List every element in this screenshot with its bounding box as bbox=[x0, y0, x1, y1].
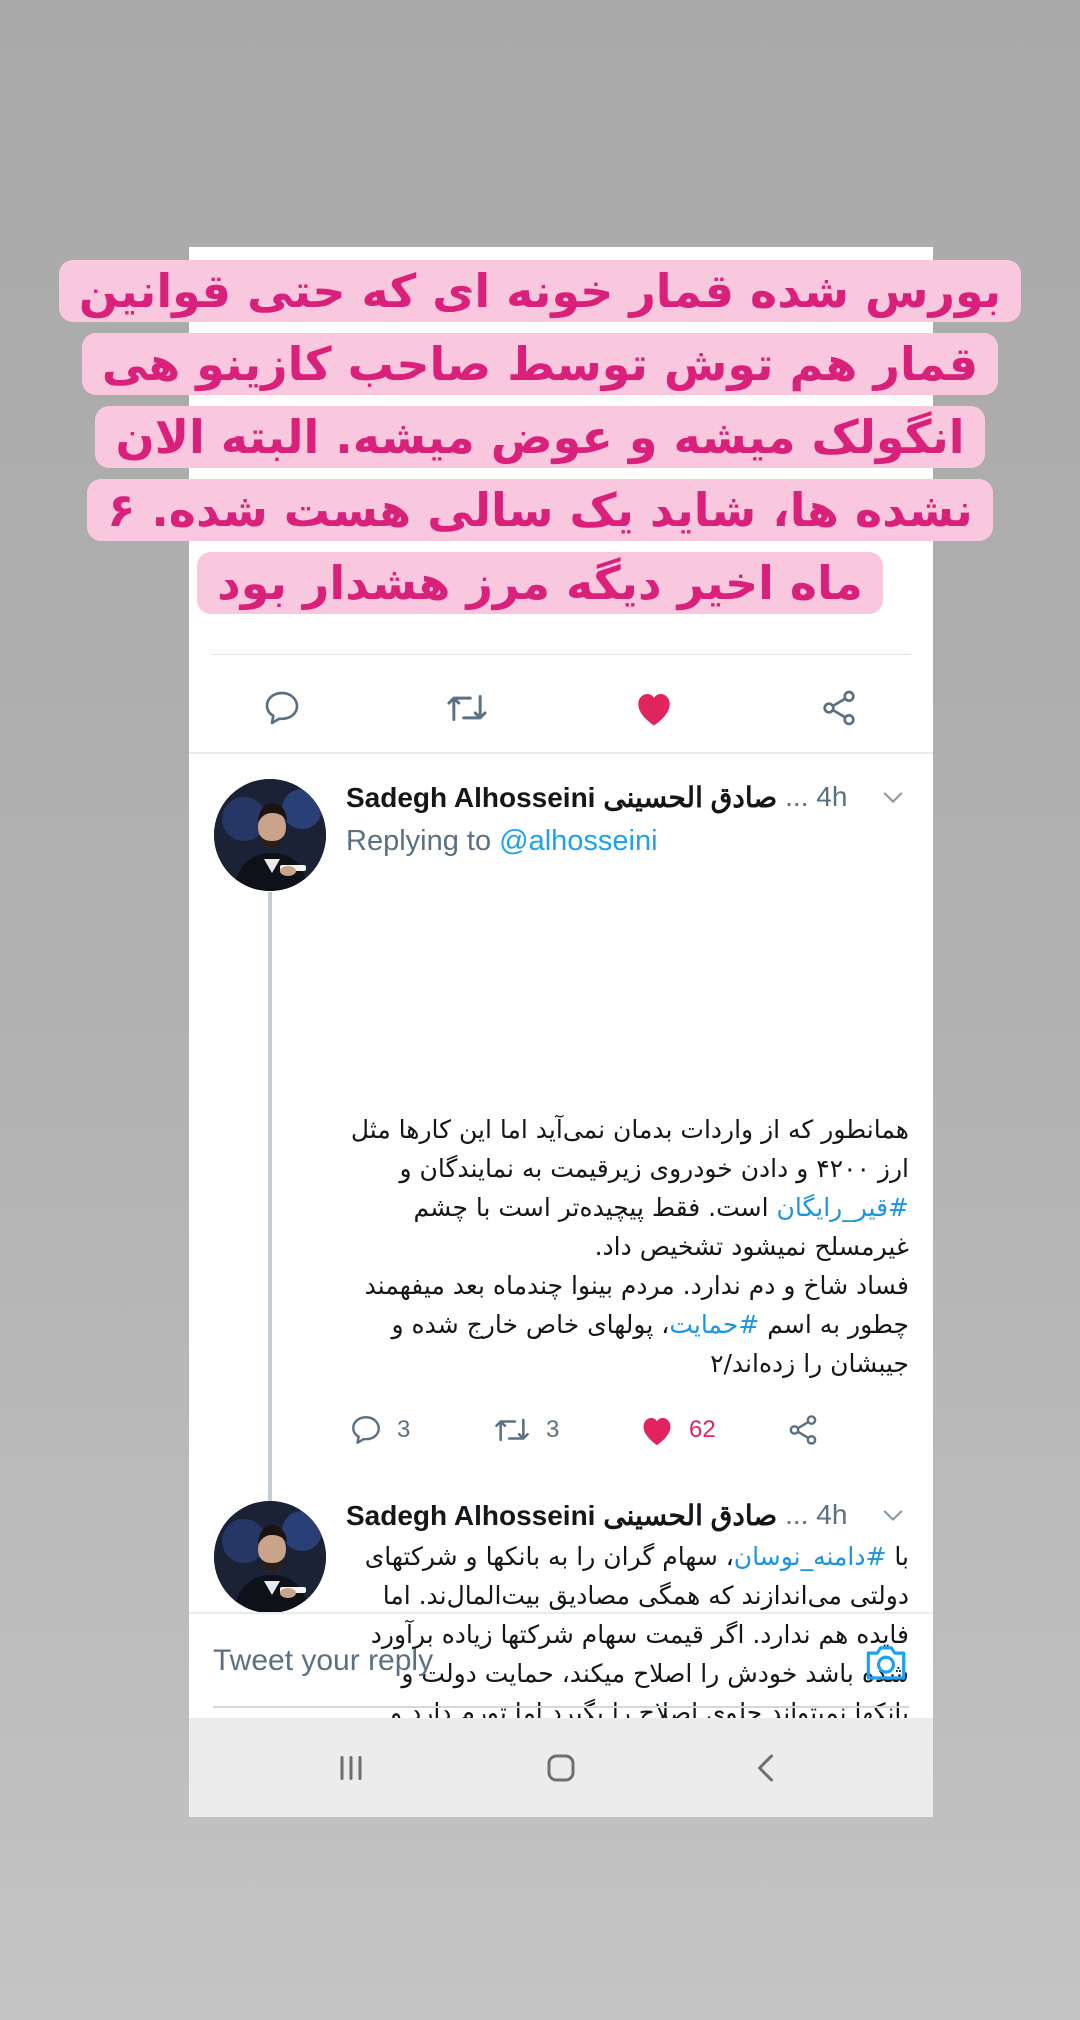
like-button[interactable] bbox=[633, 688, 675, 728]
display-name[interactable]: Sadegh Alhosseini صادق الحسینی bbox=[346, 1499, 777, 1532]
retweet-count: 3 bbox=[546, 1416, 560, 1443]
hashtag-link[interactable]: #دامنه_نوسان bbox=[734, 1542, 887, 1571]
retweet-icon bbox=[447, 695, 487, 721]
retweet-icon bbox=[495, 1418, 529, 1442]
tweet-text: همانطور که از واردات بدمان نمی‌آید اما ا… bbox=[339, 1110, 909, 1383]
reply-input[interactable]: Tweet your reply bbox=[213, 1644, 433, 1678]
back-icon[interactable] bbox=[749, 1750, 785, 1786]
reply-composer[interactable]: Tweet your reply bbox=[213, 1624, 909, 1708]
replying-prefix: Replying to bbox=[346, 825, 492, 857]
reply-button[interactable]: 3 bbox=[349, 1413, 410, 1447]
tweet-text-segment: همانطور که از واردات بدمان نمی‌آید اما ا… bbox=[350, 1115, 909, 1183]
comment-icon bbox=[265, 691, 299, 725]
share-icon bbox=[789, 1415, 817, 1445]
tweet-paragraph: همانطور که از واردات بدمان نمی‌آید اما ا… bbox=[339, 1110, 909, 1266]
avatar[interactable] bbox=[214, 779, 326, 891]
story-caption: بورس شده قمار خونه ای که حتی قوانین قمار… bbox=[50, 255, 1030, 620]
tweet-time: ... 4h bbox=[785, 1499, 848, 1530]
share-icon bbox=[823, 690, 855, 726]
retweet-button[interactable]: 3 bbox=[492, 1413, 559, 1447]
tweet-actions: 3 3 62 bbox=[189, 1395, 933, 1465]
caption-line: انگولک میشه و عوض میشه. البته الان bbox=[95, 406, 985, 468]
chevron-down-icon[interactable] bbox=[879, 1501, 907, 1529]
like-count: 62 bbox=[689, 1416, 716, 1443]
reply-count: 3 bbox=[397, 1416, 411, 1443]
tweet-time: ... 4h bbox=[785, 781, 848, 812]
reply-underline bbox=[213, 1706, 909, 1708]
reply-button[interactable] bbox=[262, 688, 302, 728]
home-icon[interactable] bbox=[543, 1750, 579, 1786]
caption-line: بورس شده قمار خونه ای که حتی قوانین bbox=[58, 260, 1022, 322]
tweet-header: Sadegh Alhosseini صادق الحسینی ... 4h bbox=[346, 777, 907, 817]
comment-icon bbox=[352, 1416, 380, 1444]
avatar[interactable] bbox=[214, 1501, 326, 1613]
replying-to: Replying to @alhosseini bbox=[346, 825, 658, 858]
divider bbox=[189, 752, 933, 754]
divider bbox=[211, 654, 911, 655]
camera-icon[interactable] bbox=[863, 1640, 909, 1684]
caption-line: قمار هم توش توسط صاحب کازینو هی bbox=[81, 333, 999, 395]
tweet-header: Sadegh Alhosseini صادق الحسینی ... 4h bbox=[346, 1495, 907, 1535]
hashtag-link[interactable]: #قیر_رایگان bbox=[777, 1193, 910, 1222]
retweet-button[interactable] bbox=[444, 688, 490, 728]
hashtag-link[interactable]: #حمایت bbox=[669, 1310, 759, 1339]
tweet-text-segment: با bbox=[894, 1542, 909, 1571]
share-button[interactable] bbox=[786, 1413, 820, 1447]
android-nav-bar bbox=[189, 1718, 933, 1817]
main-tweet-actions bbox=[189, 672, 933, 742]
caption-line: ماه اخیر دیگه مرز هشدار بود bbox=[197, 552, 883, 614]
caption-line: نشده ها، شاید یک سالی هست شده. ۶ bbox=[87, 479, 993, 541]
mention-link[interactable]: @alhosseini bbox=[499, 825, 657, 857]
recent-apps-icon[interactable] bbox=[333, 1750, 369, 1786]
share-button[interactable] bbox=[819, 688, 859, 728]
chevron-down-icon[interactable] bbox=[879, 783, 907, 811]
heart-filled-icon bbox=[638, 694, 670, 726]
heart-filled-icon bbox=[643, 1418, 671, 1445]
divider bbox=[189, 1612, 933, 1614]
display-name[interactable]: Sadegh Alhosseini صادق الحسینی bbox=[346, 781, 777, 814]
tweet-paragraph: فساد شاخ و دم ندارد. مردم بینوا چندماه ب… bbox=[339, 1266, 909, 1383]
like-button[interactable]: 62 bbox=[639, 1413, 716, 1447]
